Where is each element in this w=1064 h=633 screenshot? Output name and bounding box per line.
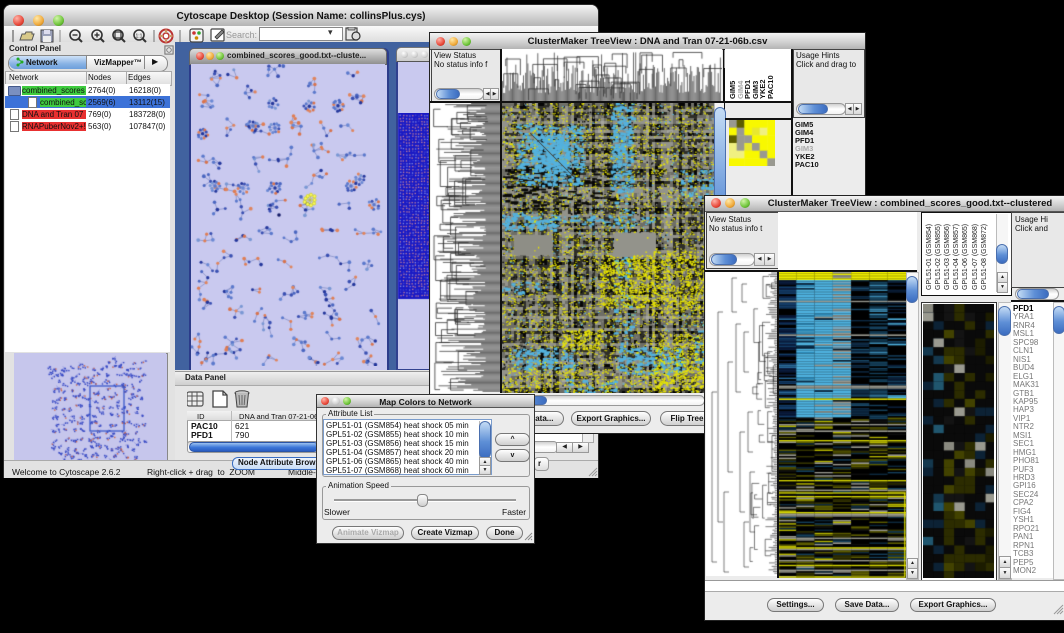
svg-text:1:1: 1:1 bbox=[136, 34, 143, 40]
